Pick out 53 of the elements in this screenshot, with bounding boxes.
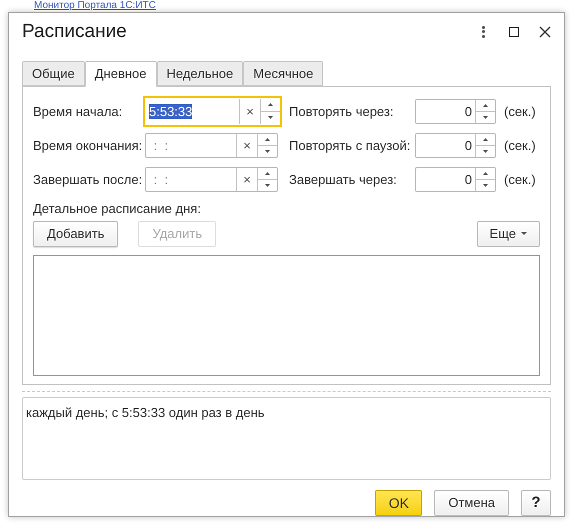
time-value: : : [152, 138, 170, 153]
up-arrow-icon [265, 138, 270, 141]
tab[interactable]: Недельное [156, 60, 244, 86]
close-icon[interactable] [539, 26, 551, 38]
toolbar-button[interactable]: Добавить [33, 220, 118, 247]
time-value: 5:53:33 [149, 104, 192, 119]
down-arrow-icon [265, 184, 270, 187]
number-value: 0 [464, 170, 473, 189]
down-arrow-icon [265, 150, 270, 153]
unit-label: (сек.) [504, 170, 536, 189]
more-dropdown-button[interactable]: Еще [476, 220, 540, 247]
field-label: Время начала: [33, 102, 124, 121]
tab[interactable]: Месячное [243, 60, 324, 86]
dialog-button[interactable]: Отмена [434, 490, 509, 516]
background-link[interactable]: Монитор Портала 1С:ИТС [34, 0, 156, 12]
time-input-field[interactable]: : : × [145, 166, 278, 192]
clear-button[interactable]: × [236, 168, 257, 191]
time-value: : : [152, 172, 170, 187]
field-label: Повторять с паузой: [289, 136, 412, 155]
field-label: Повторять через: [289, 102, 394, 121]
number-input-field[interactable]: 0 [415, 132, 496, 158]
up-arrow-icon [265, 172, 270, 175]
window-title: Расписание [22, 20, 128, 44]
number-input-field[interactable]: 0 [415, 166, 496, 192]
up-arrow-icon [268, 103, 273, 106]
number-input-field[interactable]: 0 [415, 98, 496, 124]
number-value: 0 [464, 136, 473, 155]
summary-text: каждый день; с 5:53:33 один раз в день [26, 405, 265, 420]
field-label: Время окончания: [33, 136, 144, 155]
number-value: 0 [464, 102, 473, 121]
clear-button[interactable]: × [236, 134, 257, 157]
up-arrow-icon [483, 172, 488, 175]
down-arrow-icon [483, 116, 488, 119]
maximize-icon[interactable] [509, 26, 519, 37]
down-arrow-icon [483, 150, 488, 153]
caret-icon [521, 232, 527, 236]
time-input-field[interactable]: 5:53:33 × [143, 96, 282, 127]
field-label: Завершать через: [289, 170, 398, 189]
schedule-list[interactable] [33, 254, 540, 376]
time-input-field[interactable]: : : × [145, 132, 278, 158]
clear-button[interactable]: × [239, 98, 260, 124]
up-arrow-icon [483, 104, 488, 107]
tab[interactable]: Общие [22, 60, 85, 86]
field-label: Завершать после: [33, 170, 144, 189]
dialog-button[interactable]: OK [375, 490, 422, 516]
unit-label: (сек.) [504, 102, 536, 121]
down-arrow-icon [483, 184, 488, 187]
down-arrow-icon [268, 116, 273, 120]
unit-label: (сек.) [504, 136, 536, 155]
section-label: Детальное расписание дня: [33, 200, 202, 217]
help-button[interactable]: ? [521, 490, 551, 516]
tab[interactable]: Дневное [84, 60, 157, 87]
up-arrow-icon [483, 138, 488, 141]
